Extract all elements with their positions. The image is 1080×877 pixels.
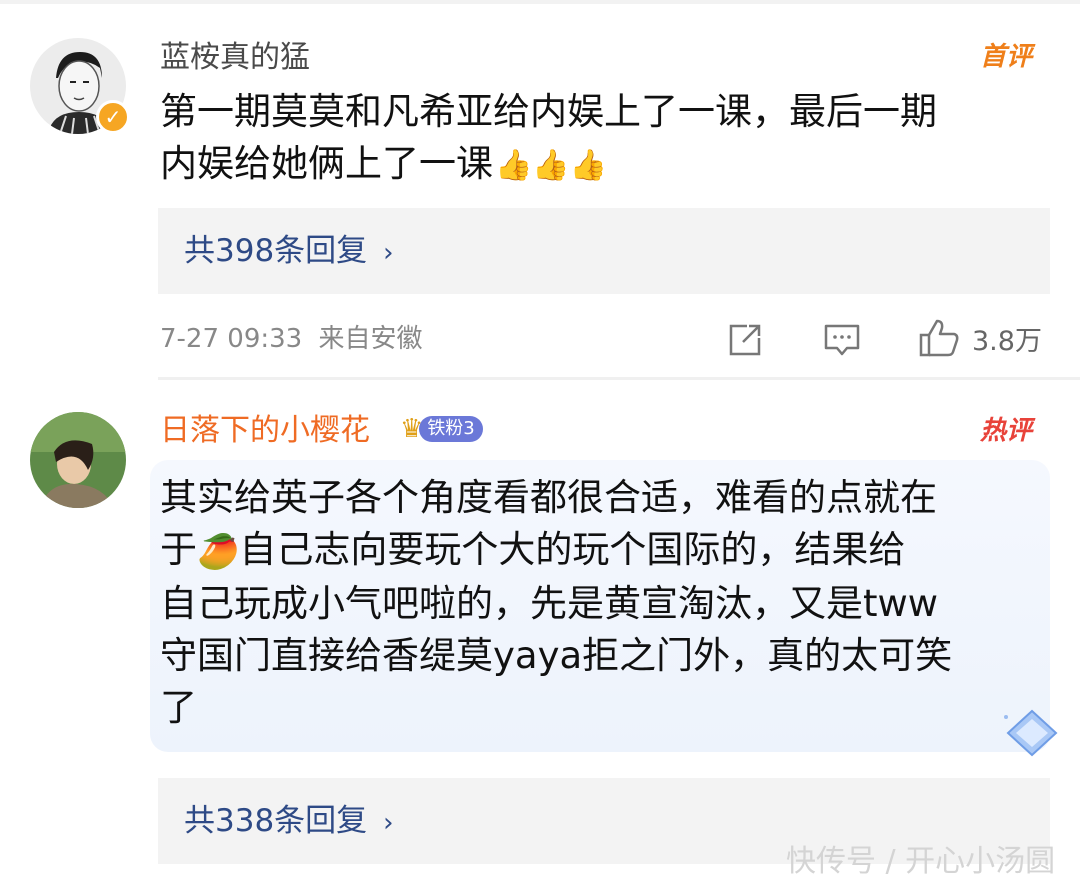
first-comment-tag: 首评 [980, 42, 1033, 72]
thumbs-up-icon [919, 319, 959, 357]
user-avatar[interactable] [30, 412, 126, 508]
comment-location: 来自安徽 [318, 324, 423, 354]
verified-badge-icon: ✓ [96, 100, 130, 134]
comment-timestamp: 7-27 09:33 [160, 324, 303, 354]
share-icon [729, 324, 761, 356]
comment-username[interactable]: 日落下的小樱花 [160, 411, 370, 451]
like-count: 3.8万 [972, 325, 1042, 357]
comment-text-line: 自己玩成小气吧啦的，先是黄宣淘汰，又是tww [160, 581, 939, 625]
replies-count-label: 共398条回复 [184, 233, 368, 269]
comment-text-line: 了 [160, 685, 197, 729]
mango-emoji: 🥭 [197, 531, 240, 572]
comment-text-line: 其实给英子各个角度看都很合适，难看的点就在 [160, 476, 937, 519]
comment-text-line: 第一期莫莫和凡希亚给内娱上了一课，最后一期 [160, 90, 937, 133]
comment-item: 日落下的小樱花 ♛ 铁粉3 热评 其实给英子各个角度看都很合适，难看的点就在 于… [0, 380, 1080, 877]
chevron-right-icon: › [383, 808, 394, 838]
replies-count-label: 共338条回复 [184, 803, 368, 839]
share-button[interactable] [727, 322, 763, 358]
like-button[interactable]: 3.8万 [918, 318, 1042, 358]
comment-item: ✓ 蓝桉真的猛 首评 第一期莫莫和凡希亚给内娱上了一课，最后一期 内娱给她俩上了… [0, 0, 1080, 380]
fan-badge: ♛ 铁粉3 [400, 414, 483, 444]
chevron-right-icon: › [383, 238, 394, 268]
comment-text-fragment: 于 [160, 528, 197, 571]
comment-username[interactable]: 蓝桉真的猛 [160, 38, 310, 78]
comment-text-line: 守国门直接给香缇莫yaya拒之门外，真的太可笑 [160, 633, 953, 677]
comment-text-line: 于🥭自己志向要玩个大的玩个国际的，结果给 [160, 524, 952, 578]
comment-button[interactable] [823, 322, 861, 358]
watermark: 快传号 / 开心小汤圆 [786, 844, 1056, 877]
comment-meta: 7-27 09:33 来自安徽 [160, 322, 422, 356]
replies-link[interactable]: 共398条回复 › [158, 208, 1050, 294]
fan-level-label: 铁粉3 [419, 416, 483, 442]
diamond-icon [1004, 709, 1058, 757]
comment-text-fragment: 内娱给她俩上了一课 [160, 142, 493, 185]
comment-text: 第一期莫莫和凡希亚给内娱上了一课，最后一期 内娱给她俩上了一课👍👍👍 [160, 86, 937, 192]
comment-text-fragment: 自己志向要玩个大的玩个国际的，结果给 [239, 528, 906, 571]
comment-icon [824, 324, 860, 356]
thumbs-up-emoji: 👍👍👍 [495, 147, 608, 183]
comment-text: 其实给英子各个角度看都很合适，难看的点就在 于🥭自己志向要玩个大的玩个国际的，结… [160, 472, 952, 734]
hot-comment-tag: 热评 [980, 416, 1033, 446]
comment-text-line: 内娱给她俩上了一课👍👍👍 [160, 138, 937, 192]
